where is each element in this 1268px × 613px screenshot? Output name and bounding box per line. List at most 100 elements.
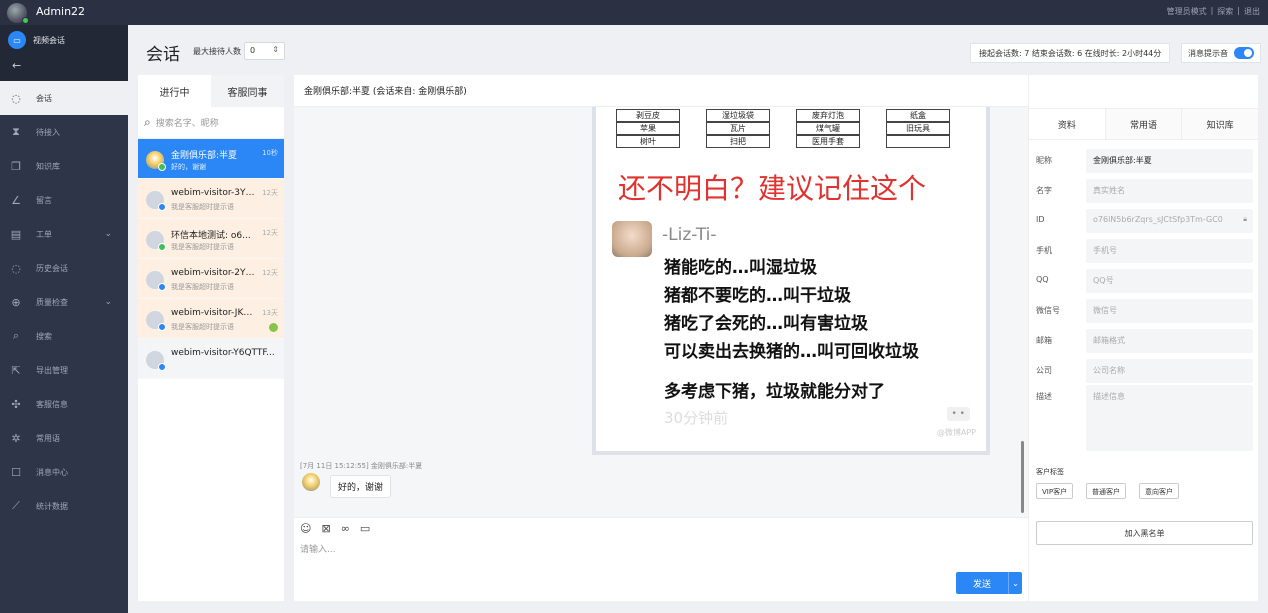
sidebar-item-label: 历史会话	[36, 263, 68, 273]
book-icon: ❐	[11, 159, 21, 173]
tab-knowledge[interactable]: 知识库	[1182, 109, 1260, 139]
conversation-item[interactable]: 环信本地测试: o6... 12天 我是客服超时提示语	[138, 219, 284, 259]
conversation-item[interactable]: webim-visitor-2YM... 12天 我是客服超时提示语	[138, 259, 284, 299]
tag-normal[interactable]: 普通客户	[1086, 483, 1126, 499]
sidebar-item-5[interactable]: ◌ 历史会话	[0, 251, 128, 285]
blacklist-button[interactable]: 加入黑名单	[1036, 521, 1253, 545]
max-reception-stepper[interactable]: 0 ⇕	[244, 42, 285, 60]
info-field-input[interactable]: 金刚俱乐部:半夏	[1086, 149, 1253, 173]
info-field-value: o76lN5b6rZqrs_sJCtSfp3Tm-GC0	[1093, 215, 1223, 224]
online-status-dot	[22, 17, 29, 24]
sidebar-item-8[interactable]: ⇱ 导出管理	[0, 353, 128, 387]
sidebar-item-label: 消息中心	[36, 467, 68, 477]
sidebar-item-7[interactable]: ⌕ 搜索	[0, 319, 128, 353]
conversation-item[interactable]: 金刚俱乐部:半夏 10秒 好的，谢谢	[138, 139, 284, 179]
info-field-input[interactable]: 微信号	[1086, 299, 1253, 323]
message-bubble: 好的，谢谢	[330, 475, 392, 498]
sidebar-item-label: 导出管理	[36, 365, 68, 375]
conversation-item[interactable]: webim-visitor-Y6QTTF...	[138, 339, 284, 379]
message-area[interactable]: 剥豆皮 湿垃圾袋 废弃灯泡 纸盒 苹果 瓦片 煤气罐 旧玩具 树叶 扫把 医用手套 还不明白？建…	[294, 107, 1028, 517]
user-avatar[interactable]	[7, 3, 29, 24]
customer-tags-label: 客户标签	[1036, 468, 1064, 476]
message-input[interactable]: 请输入...	[300, 542, 336, 555]
sidebar-item-2[interactable]: ❐ 知识库	[0, 149, 128, 183]
top-bar: Admin22 管理员模式 | 探索 | 退出	[0, 0, 1268, 25]
image-message[interactable]: 剥豆皮 湿垃圾袋 废弃灯泡 纸盒 苹果 瓦片 煤气罐 旧玩具 树叶 扫把 医用手套 还不明白？建…	[592, 107, 990, 455]
meme-line: 猪都不要吃的…叫干垃圾	[664, 286, 851, 306]
info-field: ID o76lN5b6rZqrs_sJCtSfp3Tm-GC0 🔒︎	[1029, 209, 1259, 233]
web-badge-icon	[158, 323, 166, 331]
scrollbar[interactable]	[1021, 441, 1024, 513]
sidebar-item-3[interactable]: ∠ 留言	[0, 183, 128, 217]
meme-cell: 湿垃圾袋	[706, 109, 770, 122]
sidebar-item-9[interactable]: ✣ 客服信息	[0, 387, 128, 421]
search-box[interactable]: ⌕ 搜索名字、昵称	[138, 107, 284, 139]
explore-link[interactable]: 探索	[1217, 6, 1233, 17]
sidebar-item-label: 会话	[36, 93, 52, 103]
sidebar-item-12[interactable]: ⟋ 统计数据	[0, 489, 128, 523]
chart-icon: ⟋	[12, 499, 20, 512]
desc-field[interactable]: 描述信息	[1086, 385, 1253, 451]
tab-phrases[interactable]: 常用语	[1105, 109, 1183, 139]
tag-intent[interactable]: 意向客户	[1139, 483, 1179, 499]
web-badge-icon	[158, 363, 166, 371]
tab-colleagues[interactable]: 客服同事	[211, 75, 284, 107]
plus-circle-icon: ⊕	[11, 295, 21, 309]
sidebar-item-label: 质量检查	[36, 297, 68, 307]
export-icon: ⇱	[11, 363, 21, 377]
sidebar-item-label: 客服信息	[36, 399, 68, 409]
send-button[interactable]: 发送	[956, 572, 1008, 594]
info-field-input[interactable]: 真实姓名	[1086, 179, 1253, 203]
meme-avatar-photo	[612, 221, 652, 257]
info-field-input[interactable]: 手机号	[1086, 239, 1253, 263]
info-field-input[interactable]: QQ号	[1086, 269, 1253, 293]
sidebar-item-10[interactable]: ✲ 常用语	[0, 421, 128, 455]
link-icon[interactable]: ∞	[341, 522, 350, 535]
send-options-chevron-icon[interactable]: ⌄	[1008, 572, 1022, 594]
conversation-name: 环信本地测试: o6...	[171, 231, 251, 241]
chat-header: 金刚俱乐部:半夏 (会话来自: 金刚俱乐部)	[294, 75, 1028, 107]
info-field-value: 公司名称	[1093, 366, 1125, 375]
info-field: 名字 真实姓名	[1029, 179, 1259, 203]
chat-icon: ◌	[11, 91, 21, 105]
meme-headline: 还不明白？建议记住这个	[618, 172, 927, 205]
image-icon[interactable]: ⊠	[321, 522, 330, 535]
hourglass-icon: ⧗	[12, 125, 20, 138]
info-field: QQ QQ号	[1029, 269, 1259, 293]
info-field-input[interactable]: 邮箱格式	[1086, 329, 1253, 353]
tab-profile[interactable]: 资料	[1029, 109, 1106, 139]
sidebar-item-0[interactable]: ◌ 会话	[0, 81, 128, 115]
sun-icon: ✲	[11, 431, 21, 445]
conversation-name: webim-visitor-JKE6...	[171, 308, 257, 318]
admin-mode-link[interactable]: 管理员模式	[1167, 6, 1207, 17]
sidebar-item-label: 统计数据	[36, 501, 68, 511]
customer-info-panel: 资料 常用语 知识库 昵称 金刚俱乐部:半夏 名字 真实姓名 ID o76lN5b6rZq…	[1028, 75, 1260, 601]
sidebar-item-11[interactable]: ☐ 消息中心	[0, 455, 128, 489]
meme-cell: 旧玩具	[886, 122, 950, 135]
sidebar-item-6[interactable]: ⊕ 质量检查 ⌄	[0, 285, 128, 319]
sidebar-item-label: 待接入	[36, 127, 60, 137]
conversation-name: 金刚俱乐部:半夏	[171, 151, 238, 161]
sidebar-item-4[interactable]: ▤ 工单 ⌄	[0, 217, 128, 251]
info-field-label: 名字	[1036, 186, 1052, 195]
notify-sound-toggle[interactable]	[1234, 47, 1254, 59]
settings-icon: ✣	[11, 397, 21, 411]
sidebar-item-1[interactable]: ⧗ 待接入	[0, 115, 128, 149]
conversation-item[interactable]: webim-visitor-JKE6... 13天 我是客服超时提示语	[138, 299, 284, 339]
tag-vip[interactable]: VIP客户	[1036, 483, 1074, 499]
back-arrow-icon[interactable]: ←	[12, 59, 21, 72]
info-field-label: 邮箱	[1036, 336, 1052, 345]
updown-icon[interactable]: ⇕	[272, 45, 279, 54]
meme-time: 30分钟前	[664, 409, 729, 427]
info-field-input[interactable]: 公司名称	[1086, 359, 1253, 383]
meme-cell: 废弃灯泡	[796, 109, 860, 122]
emoji-icon[interactable]: ☺	[300, 522, 311, 535]
video-session-item[interactable]: ▭ 视频会话	[8, 31, 65, 49]
window-icon[interactable]: ▭	[360, 522, 370, 535]
username: Admin22	[36, 5, 86, 18]
tab-in-progress[interactable]: 进行中	[138, 75, 211, 107]
conversation-item[interactable]: webim-visitor-3YT2... 12天 我是客服超时提示语	[138, 179, 284, 219]
info-field-input[interactable]: o76lN5b6rZqrs_sJCtSfp3Tm-GC0 🔒︎	[1086, 209, 1253, 233]
logout-link[interactable]: 退出	[1244, 6, 1260, 17]
wechat-badge-icon	[158, 243, 166, 251]
